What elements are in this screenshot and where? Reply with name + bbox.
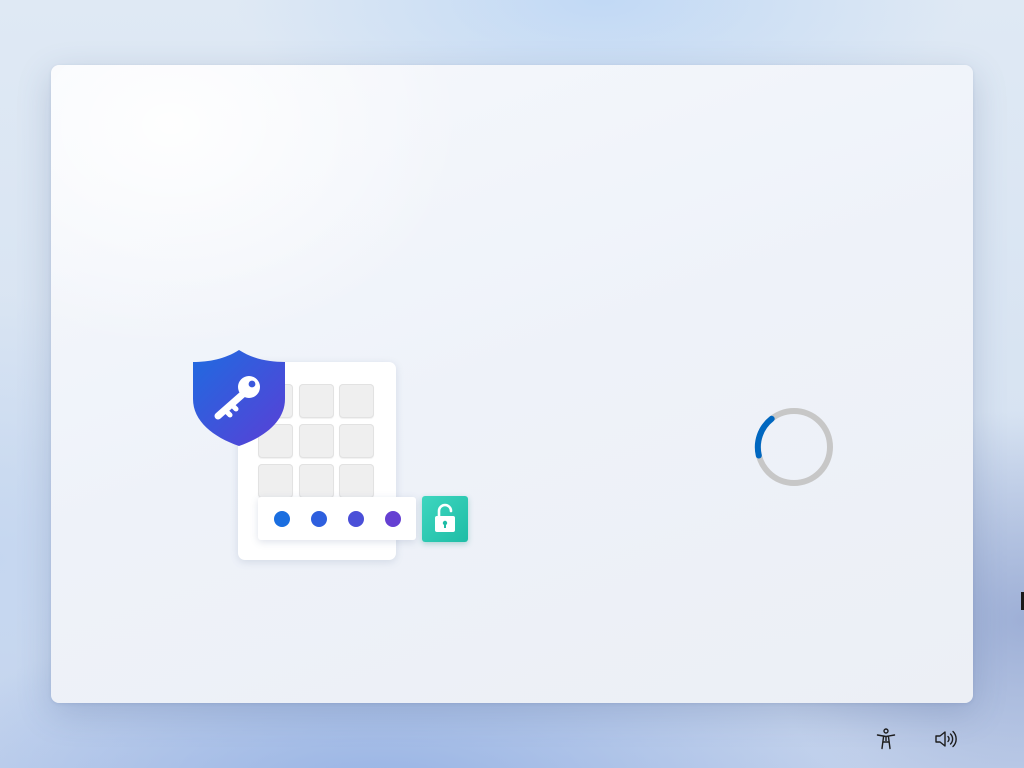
- pin-security-illustration: [191, 349, 471, 564]
- unlocked-padlock-icon: [422, 496, 468, 542]
- keypad-key: [339, 424, 374, 458]
- pin-dot: [311, 511, 327, 527]
- keypad-key: [339, 464, 374, 498]
- volume-icon: [935, 730, 957, 748]
- accessibility-icon: [876, 728, 896, 750]
- pin-dot: [385, 511, 401, 527]
- keypad-key: [339, 384, 374, 418]
- pin-entry-field: [258, 497, 416, 540]
- pin-dot: [274, 511, 290, 527]
- pin-dot: [348, 511, 364, 527]
- keypad-key: [299, 384, 334, 418]
- loading-spinner: [752, 405, 836, 489]
- keypad-key: [258, 464, 293, 498]
- accessibility-button[interactable]: [871, 724, 901, 754]
- shield-key-icon: [191, 349, 287, 447]
- keypad-key: [299, 464, 334, 498]
- keypad-key: [299, 424, 334, 458]
- setup-card: [51, 65, 973, 703]
- volume-button[interactable]: [931, 724, 961, 754]
